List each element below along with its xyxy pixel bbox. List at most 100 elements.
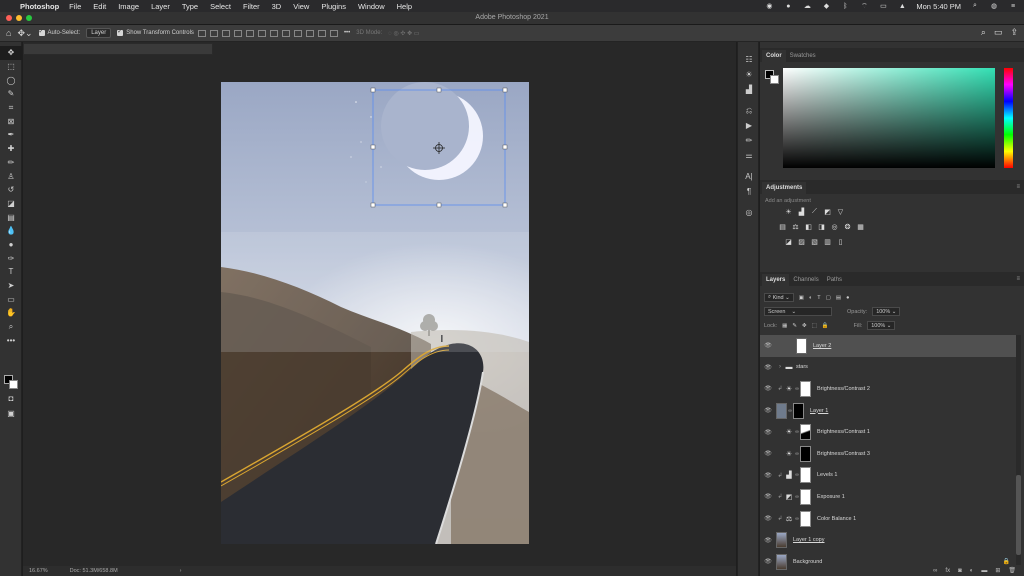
selective-color-icon[interactable]: ▯ bbox=[836, 237, 845, 246]
visibility-eye-icon[interactable]: 👁 bbox=[760, 537, 776, 544]
pen-tool-icon[interactable]: ✑ bbox=[0, 251, 22, 265]
vibrance-icon[interactable]: ▤ bbox=[778, 222, 787, 231]
filter-smart-icon[interactable]: ▤ bbox=[836, 295, 841, 301]
cloud-icon[interactable]: ☁ bbox=[802, 2, 812, 10]
type-tool-icon[interactable]: T bbox=[0, 265, 22, 279]
auto-select-dropdown[interactable]: Layer bbox=[86, 28, 112, 38]
link-layers-icon[interactable]: ∞ bbox=[933, 568, 937, 574]
dropbox-icon[interactable]: ◆ bbox=[821, 2, 831, 10]
rectangle-tool-icon[interactable]: ▭ bbox=[0, 292, 22, 306]
color-picker-field[interactable] bbox=[783, 68, 995, 168]
menu-layer[interactable]: Layer bbox=[151, 2, 170, 11]
layer-row[interactable]: 👁 ∞ Layer 1 bbox=[760, 400, 1016, 422]
marquee-tool-icon[interactable]: ⬚ bbox=[0, 60, 22, 74]
menu-file[interactable]: File bbox=[69, 2, 81, 11]
layer-row[interactable]: 👁 Layer 2 bbox=[760, 335, 1016, 357]
layer-mask-thumbnail[interactable] bbox=[800, 467, 811, 484]
spotlight-icon[interactable]: ⌕ bbox=[970, 2, 980, 10]
lock-transparent-icon[interactable]: ▦ bbox=[782, 323, 787, 329]
delete-layer-icon[interactable]: 🗑 bbox=[1008, 567, 1016, 574]
control-center-icon[interactable]: ≡ bbox=[1008, 2, 1018, 10]
menu-edit[interactable]: Edit bbox=[93, 2, 106, 11]
layer-mask-thumbnail[interactable] bbox=[793, 402, 804, 419]
menu-help[interactable]: Help bbox=[397, 2, 412, 11]
menu-plugins[interactable]: Plugins bbox=[321, 2, 346, 11]
tab-layers[interactable]: Layers bbox=[762, 274, 790, 286]
channel-mixer-icon[interactable]: ❂ bbox=[843, 222, 852, 231]
bluetooth-icon[interactable]: ᛒ bbox=[840, 2, 850, 10]
threshold-icon[interactable]: ▧ bbox=[810, 237, 819, 246]
align-vcenter-icon[interactable] bbox=[209, 29, 218, 37]
posterize-icon[interactable]: ▨ bbox=[797, 237, 806, 246]
distribute-center-icon[interactable] bbox=[317, 29, 326, 37]
layer-row[interactable]: 👁 ☀ ∞ Brightness/Contrast 3 bbox=[760, 443, 1016, 465]
layer-name[interactable]: Background bbox=[793, 559, 822, 565]
airplay-icon[interactable]: ▲ bbox=[897, 2, 907, 10]
black-white-icon[interactable]: ◨ bbox=[817, 222, 826, 231]
tab-paths[interactable]: Paths bbox=[823, 274, 846, 286]
filter-toggle-icon[interactable]: ● bbox=[846, 295, 849, 301]
distribute-right-icon[interactable] bbox=[329, 29, 338, 37]
stamp-tool-icon[interactable]: ♙ bbox=[0, 169, 22, 183]
clock[interactable]: Mon 5:40 PM bbox=[916, 2, 961, 11]
properties-icon[interactable]: ☷ bbox=[738, 52, 760, 67]
hand-tool-icon[interactable]: ✋ bbox=[0, 306, 22, 320]
layer-name[interactable]: Levels 1 bbox=[817, 472, 838, 478]
layer-thumbnail[interactable] bbox=[796, 337, 807, 354]
layers-scrollbar[interactable] bbox=[1016, 335, 1021, 565]
menu-3d[interactable]: 3D bbox=[272, 2, 282, 11]
align-bottom-icon[interactable] bbox=[221, 29, 230, 37]
menu-filter[interactable]: Filter bbox=[243, 2, 260, 11]
app-menu[interactable]: Photoshop bbox=[20, 2, 59, 11]
auto-select-checkbox[interactable]: Auto-Select: bbox=[38, 28, 80, 36]
quick-select-tool-icon[interactable]: ✎ bbox=[0, 87, 22, 101]
brush-settings-icon[interactable]: ✏ bbox=[738, 133, 760, 148]
add-mask-icon[interactable]: ◙ bbox=[958, 568, 962, 574]
move-tool-icon[interactable]: ✥ bbox=[0, 46, 22, 60]
layer-name[interactable]: Exposure 1 bbox=[817, 494, 845, 500]
move-tool-preset-icon[interactable]: ✥⌄ bbox=[17, 28, 32, 39]
menu-image[interactable]: Image bbox=[118, 2, 139, 11]
new-group-icon[interactable]: ▬ bbox=[981, 568, 987, 574]
distribute-top-icon[interactable] bbox=[269, 29, 278, 37]
layer-name[interactable]: Brightness/Contrast 2 bbox=[817, 386, 870, 392]
hue-saturation-icon[interactable]: ⚖ bbox=[791, 222, 800, 231]
opacity-field[interactable]: 100% ⌄ bbox=[872, 307, 901, 316]
align-left-icon[interactable] bbox=[233, 29, 242, 37]
color-lookup-icon[interactable]: ▦ bbox=[856, 222, 865, 231]
home-icon[interactable]: ⌂ bbox=[6, 28, 11, 38]
menu-view[interactable]: View bbox=[293, 2, 309, 11]
visibility-eye-icon[interactable]: 👁 bbox=[760, 515, 776, 522]
distribute-left-icon[interactable] bbox=[305, 29, 314, 37]
align-right-icon[interactable] bbox=[257, 29, 266, 37]
battery-icon[interactable]: ▭ bbox=[878, 2, 888, 10]
wifi-icon[interactable]: ⌔ bbox=[859, 2, 869, 10]
blend-mode-dropdown[interactable]: Screen ⌄ bbox=[764, 307, 832, 316]
canvas-image[interactable] bbox=[221, 82, 529, 544]
eyedropper-tool-icon[interactable]: ✒ bbox=[0, 128, 22, 142]
expand-group-icon[interactable]: › bbox=[776, 364, 784, 370]
transform-controls-checkbox[interactable]: Show Transform Controls bbox=[117, 28, 194, 36]
layer-mask-thumbnail[interactable] bbox=[800, 424, 811, 441]
workspace-icon[interactable]: ▭ bbox=[994, 27, 1003, 38]
hue-slider[interactable] bbox=[1004, 68, 1013, 168]
layer-row[interactable]: 👁 Layer 1 copy bbox=[760, 529, 1016, 551]
3d-orbit-icon[interactable]: ◌ ◎ ✣ ✥ ▭ bbox=[388, 30, 419, 37]
visibility-eye-icon[interactable]: 👁 bbox=[760, 472, 776, 479]
new-layer-icon[interactable]: ⊞ bbox=[995, 567, 1000, 574]
layer-row[interactable]: 👁 ↲ ☀ ∞ Brightness/Contrast 2 bbox=[760, 378, 1016, 400]
invert-icon[interactable]: ◪ bbox=[784, 237, 793, 246]
zoom-level[interactable]: 16.67% bbox=[29, 568, 48, 574]
brush-tool-icon[interactable]: ✏ bbox=[0, 156, 22, 170]
visibility-eye-icon[interactable]: 👁 bbox=[760, 364, 776, 371]
layer-name[interactable]: Color Balance 1 bbox=[817, 516, 856, 522]
distribute-bottom-icon[interactable] bbox=[293, 29, 302, 37]
blur-tool-icon[interactable]: 💧 bbox=[0, 224, 22, 238]
search-icon[interactable]: ⌕ bbox=[981, 27, 986, 38]
distribute-middle-icon[interactable] bbox=[281, 29, 290, 37]
lock-artboard-icon[interactable]: ⬚ bbox=[812, 323, 817, 329]
align-hcenter-icon[interactable] bbox=[245, 29, 254, 37]
layer-mask-thumbnail[interactable] bbox=[800, 445, 811, 462]
color-balance-icon[interactable]: ◧ bbox=[804, 222, 813, 231]
visibility-eye-icon[interactable]: 👁 bbox=[760, 407, 776, 414]
